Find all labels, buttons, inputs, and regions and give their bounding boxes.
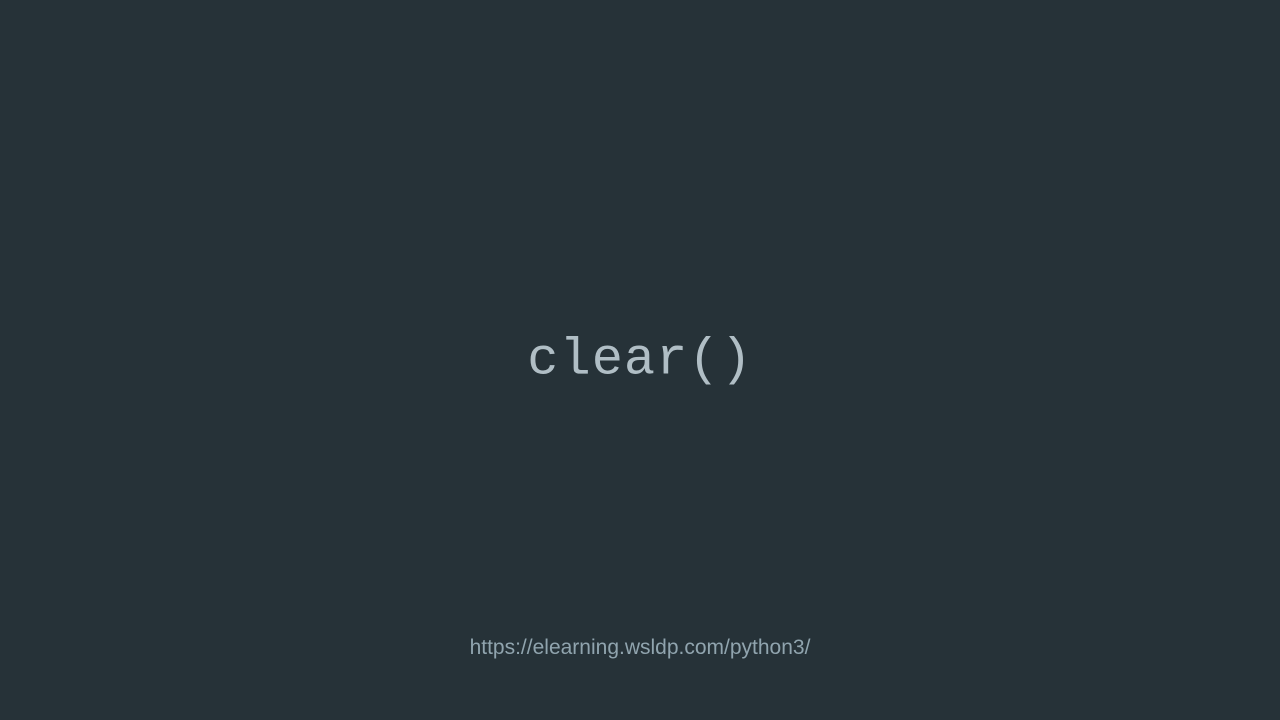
footer-url: https://elearning.wsldp.com/python3/ — [470, 636, 811, 660]
slide-title: clear() — [527, 331, 752, 390]
